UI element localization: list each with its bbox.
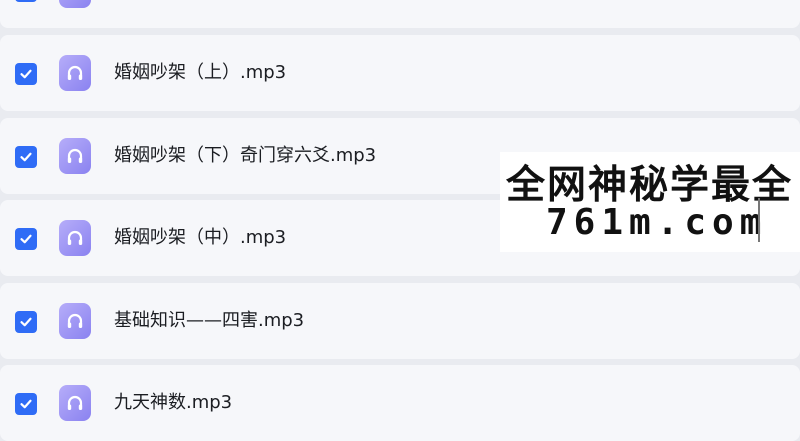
headphones-icon <box>59 55 91 91</box>
watermark-url: 761m.com <box>546 202 768 243</box>
headphones-icon <box>59 0 91 8</box>
row-checkbox[interactable] <box>15 393 37 415</box>
watermark-divider <box>758 198 760 242</box>
file-row[interactable]: 婚姻吵架（上）.mp3 <box>0 35 800 111</box>
row-checkbox[interactable] <box>15 311 37 333</box>
row-checkbox[interactable] <box>15 63 37 85</box>
row-checkbox[interactable] <box>15 0 37 2</box>
checkmark-icon <box>20 399 32 409</box>
headphones-icon <box>59 385 91 421</box>
file-name[interactable]: 婚姻吵架（下）奇门穿六爻.mp3 <box>114 145 376 167</box>
row-checkbox[interactable] <box>15 228 37 250</box>
file-name[interactable]: 基础知识——四害.mp3 <box>114 310 304 332</box>
file-row[interactable]: 基础知识——四害.mp3 <box>0 283 800 359</box>
checkmark-icon <box>20 152 32 162</box>
checkmark-icon <box>20 234 32 244</box>
file-name[interactable]: 九天神数.mp3 <box>114 392 232 414</box>
checkmark-icon <box>20 69 32 79</box>
watermark-overlay: 全网神秘学最全 761m.com <box>500 152 800 252</box>
file-row[interactable]: 九天神数.mp3 <box>0 365 800 441</box>
file-row[interactable] <box>0 0 800 28</box>
checkmark-icon <box>20 317 32 327</box>
headphones-icon <box>59 303 91 339</box>
row-checkbox[interactable] <box>15 146 37 168</box>
file-name[interactable]: 婚姻吵架（上）.mp3 <box>114 62 286 84</box>
headphones-icon <box>59 220 91 256</box>
file-name[interactable]: 婚姻吵架（中）.mp3 <box>114 227 286 249</box>
headphones-icon <box>59 138 91 174</box>
